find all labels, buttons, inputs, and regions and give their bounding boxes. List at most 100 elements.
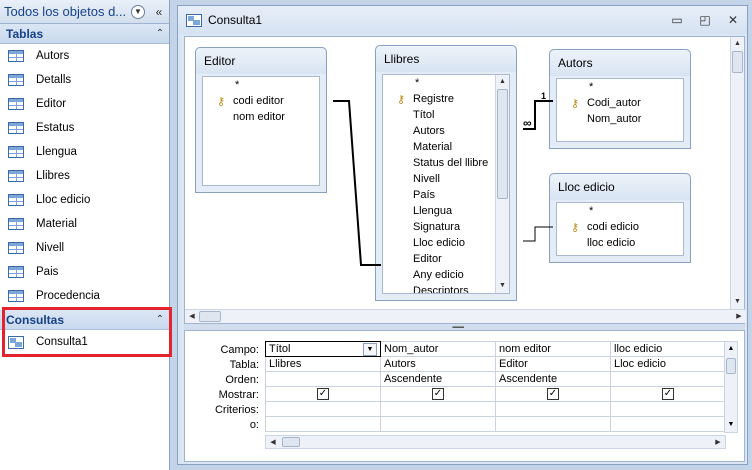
field-item[interactable]: Lloc edicio (383, 235, 509, 251)
restore-button[interactable]: ◰ (691, 13, 719, 27)
field-list-vscroll[interactable]: ▲ ▼ (495, 75, 509, 293)
field-item[interactable]: ⚷ Registre (383, 91, 509, 107)
field-item[interactable]: Any edicio (383, 267, 509, 283)
field-item[interactable]: * (203, 77, 319, 93)
field-list-autors[interactable]: Autors * ⚷ Codi_autor Nom_autor (549, 49, 691, 149)
field-item[interactable]: * (383, 75, 509, 91)
grid-cell-tabla[interactable]: Autors (380, 356, 496, 372)
grid-cell-tabla[interactable]: Lloc edicio (610, 356, 726, 372)
nav-pane-title[interactable]: Todos los objetos d... (4, 4, 131, 19)
field-item[interactable]: Nom_autor (557, 111, 683, 127)
grid-vscroll[interactable]: ▲ ▼ (724, 341, 738, 433)
grid-cell-mostrar[interactable]: ✓ (380, 386, 496, 402)
field-item[interactable]: Editor (383, 251, 509, 267)
grid-cell-o[interactable] (380, 416, 496, 432)
close-button[interactable]: ✕ (719, 13, 747, 27)
grid-cell-campo[interactable]: lloc edicio (610, 341, 726, 357)
grid-cell-campo[interactable]: Nom_autor (380, 341, 496, 357)
scroll-down-icon[interactable]: ▼ (496, 279, 509, 293)
scroll-thumb[interactable] (726, 358, 736, 374)
scroll-thumb[interactable] (732, 51, 743, 73)
field-item[interactable]: Descriptors (383, 283, 509, 293)
field-list-title[interactable]: Lloc edicio (550, 174, 690, 200)
grid-cell-criterios[interactable] (610, 401, 726, 417)
chevron-up-icon[interactable]: ⌃ (151, 28, 169, 39)
collapse-pane-icon[interactable]: « (151, 5, 167, 19)
grid-cell-orden[interactable]: Ascendente (495, 371, 611, 387)
grid-cell-mostrar[interactable]: ✓ (610, 386, 726, 402)
field-item[interactable]: Status del llibre (383, 155, 509, 171)
field-item[interactable]: Autors (383, 123, 509, 139)
grid-cell-criterios[interactable] (495, 401, 611, 417)
nav-pane-header[interactable]: Todos los objetos d... ▼ « (0, 0, 169, 24)
grid-cell-orden[interactable]: Ascendente (380, 371, 496, 387)
scroll-thumb[interactable] (497, 89, 508, 199)
grid-cell-tabla[interactable]: Editor (495, 356, 611, 372)
grid-cell-o[interactable] (610, 416, 726, 432)
tables-group-header[interactable]: Tablas ⌃ (0, 24, 169, 44)
query-design-grid[interactable]: Títol ▼ Nom_autor nom editor lloc edicio Llib… (265, 341, 726, 432)
field-item[interactable]: Llengua (383, 203, 509, 219)
table-item[interactable]: Pais (0, 260, 169, 284)
scroll-down-icon[interactable]: ▼ (725, 418, 737, 432)
field-item[interactable]: País (383, 187, 509, 203)
field-item[interactable]: lloc edicio (557, 235, 683, 251)
table-item[interactable]: Lloc edicio (0, 188, 169, 212)
field-list-editor[interactable]: Editor * ⚷ codi editor nom editor (195, 47, 327, 193)
grid-cell-campo[interactable]: Títol ▼ (265, 341, 381, 357)
table-item[interactable]: Editor (0, 92, 169, 116)
field-item[interactable]: ⚷ codi editor (203, 93, 319, 109)
scroll-left-icon[interactable]: ◀ (185, 310, 199, 324)
grid-cell-o[interactable] (495, 416, 611, 432)
grid-cell-criterios[interactable] (380, 401, 496, 417)
scroll-up-icon[interactable]: ▲ (725, 342, 737, 356)
field-item[interactable]: * (557, 79, 683, 95)
table-item[interactable]: Detalls (0, 68, 169, 92)
field-item[interactable]: nom editor (203, 109, 319, 125)
grid-hscroll[interactable]: ◀ ▶ (265, 435, 726, 449)
dropdown-arrow-icon[interactable]: ▼ (363, 342, 377, 356)
show-checkbox[interactable]: ✓ (317, 388, 329, 400)
field-item[interactable]: ⚷ codi edicio (557, 219, 683, 235)
table-item[interactable]: Nivell (0, 236, 169, 260)
show-checkbox[interactable]: ✓ (547, 388, 559, 400)
grid-cell-mostrar[interactable]: ✓ (495, 386, 611, 402)
table-pane[interactable]: Editor * ⚷ codi editor nom editor Llibres *… (184, 36, 746, 324)
grid-cell-o[interactable] (265, 416, 381, 432)
table-item[interactable]: Llibres (0, 164, 169, 188)
scroll-right-icon[interactable]: ▶ (732, 310, 746, 324)
field-item[interactable]: Signatura (383, 219, 509, 235)
table-pane-hscroll[interactable]: ◀ ▶ (185, 309, 746, 323)
scroll-left-icon[interactable]: ◀ (266, 436, 280, 450)
field-item[interactable]: ⚷ Codi_autor (557, 95, 683, 111)
grid-cell-tabla[interactable]: Llibres (265, 356, 381, 372)
scroll-thumb[interactable] (199, 311, 221, 322)
scroll-thumb[interactable] (282, 437, 300, 447)
table-item[interactable]: Llengua (0, 140, 169, 164)
grid-cell-orden[interactable] (265, 371, 381, 387)
field-item[interactable]: Nivell (383, 171, 509, 187)
grid-cell-campo[interactable]: nom editor (495, 341, 611, 357)
field-list-lloc-edicio[interactable]: Lloc edicio * ⚷ codi edicio lloc edicio (549, 173, 691, 263)
field-item[interactable]: Material (383, 139, 509, 155)
scroll-right-icon[interactable]: ▶ (711, 436, 725, 450)
scroll-down-icon[interactable]: ▼ (731, 295, 744, 309)
field-list-title[interactable]: Llibres (376, 46, 516, 72)
field-list-llibres[interactable]: Llibres * ⚷ Registre Títol Autors Material Sta… (375, 45, 517, 301)
show-checkbox[interactable]: ✓ (432, 388, 444, 400)
grid-cell-criterios[interactable] (265, 401, 381, 417)
scroll-up-icon[interactable]: ▲ (731, 37, 744, 51)
field-item[interactable]: * (557, 203, 683, 219)
table-item[interactable]: Estatus (0, 116, 169, 140)
show-checkbox[interactable]: ✓ (662, 388, 674, 400)
field-list-title[interactable]: Editor (196, 48, 326, 74)
table-pane-vscroll[interactable]: ▲ ▼ (730, 37, 744, 309)
table-item[interactable]: Autors (0, 44, 169, 68)
grid-cell-mostrar[interactable]: ✓ (265, 386, 381, 402)
table-item[interactable]: Material (0, 212, 169, 236)
field-item[interactable]: Títol (383, 107, 509, 123)
table-item[interactable]: Procedencia (0, 284, 169, 308)
field-list-title[interactable]: Autors (550, 50, 690, 76)
minimize-button[interactable]: ▭ (663, 13, 691, 27)
chevron-down-icon[interactable]: ▼ (131, 4, 145, 19)
